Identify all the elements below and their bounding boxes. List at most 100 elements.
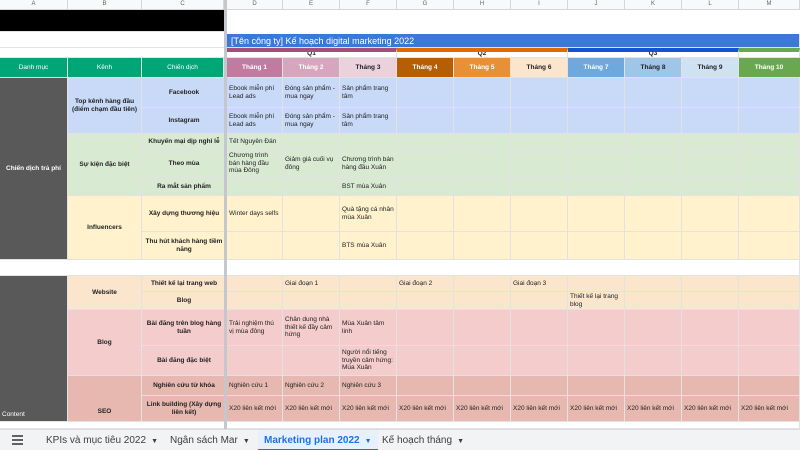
grid-cell[interactable]: [739, 178, 800, 196]
column-header-k[interactable]: K: [625, 0, 682, 10]
column-header-e[interactable]: E: [283, 0, 340, 10]
grid-cell[interactable]: [511, 232, 568, 260]
grid-cell[interactable]: [511, 108, 568, 134]
plan-cell-links[interactable]: X20 liên kết mới: [511, 396, 568, 422]
grid-cell[interactable]: [682, 376, 739, 396]
campaign-links[interactable]: Link building (Xây dựng liên kết): [142, 396, 227, 422]
tab-marketing-plan[interactable]: Marketing plan 2022 ▼: [258, 430, 378, 450]
channel-influencers[interactable]: Influencers: [68, 196, 142, 260]
quarter-label-q2[interactable]: Q2: [397, 48, 568, 58]
grid-cell[interactable]: [625, 310, 682, 346]
grid-cell[interactable]: [454, 108, 511, 134]
plan-cell-ig-m3[interactable]: Sản phẩm trang tâm: [340, 108, 397, 134]
plan-cell-links[interactable]: X20 liên kết mới: [682, 396, 739, 422]
campaign-facebook[interactable]: Facebook: [142, 78, 227, 108]
grid-cell[interactable]: [397, 78, 454, 108]
campaign-redesign[interactable]: Thiết kế lại trang web: [142, 276, 227, 292]
plan-cell-holiday-m1[interactable]: Tết Nguyên Đán: [227, 134, 283, 150]
caret-down-icon[interactable]: ▼: [365, 438, 372, 445]
grid-cell[interactable]: [340, 276, 397, 292]
grid-cell[interactable]: [568, 232, 625, 260]
plan-cell-ig-m1[interactable]: Ebook miễn phí Lead ads: [227, 108, 283, 134]
grid-cell[interactable]: [682, 108, 739, 134]
spreadsheet-grid[interactable]: A B C D E F G H I J K L M [Tên công ty] Kế hoạch digi…: [0, 0, 800, 429]
grid-cell[interactable]: [568, 376, 625, 396]
grid-cell[interactable]: [283, 134, 340, 150]
channel-seo[interactable]: SEO: [68, 376, 142, 422]
plan-cell-fb-m1[interactable]: Ebook miễn phí Lead ads: [227, 78, 283, 108]
grid-cell[interactable]: [682, 276, 739, 292]
grid-cell[interactable]: [682, 292, 739, 310]
grid-cell[interactable]: [511, 178, 568, 196]
plan-cell-fb-m3[interactable]: Sản phẩm trang tâm: [340, 78, 397, 108]
plan-cell-brand-m3[interactable]: Quà tặng cá nhân mùa Xuân: [340, 196, 397, 232]
campaign-holiday[interactable]: Khuyến mại dịp nghỉ lễ: [142, 134, 227, 150]
plan-cell-kw-m1[interactable]: Nghiên cứu 1: [227, 376, 283, 396]
grid-cell[interactable]: [511, 134, 568, 150]
category-paid[interactable]: Chiến dịch trả phí: [0, 78, 68, 260]
grid-cell[interactable]: [739, 108, 800, 134]
column-header-g[interactable]: G: [397, 0, 454, 10]
header-campaign[interactable]: Chiến dịch: [142, 58, 224, 78]
grid-cell[interactable]: [397, 150, 454, 178]
grid-cell[interactable]: [682, 310, 739, 346]
category-content[interactable]: Content: [0, 276, 68, 422]
grid-cell[interactable]: [283, 178, 340, 196]
plan-cell-links[interactable]: X20 liên kết mới: [625, 396, 682, 422]
grid-cell[interactable]: [625, 346, 682, 376]
channel-website[interactable]: Website: [68, 276, 142, 310]
grid-cell[interactable]: [625, 232, 682, 260]
plan-cell-blog-m7[interactable]: Thiết kế lại trang blog: [568, 292, 625, 310]
plan-cell-links[interactable]: X20 liên kết mới: [568, 396, 625, 422]
campaign-launch[interactable]: Ra mắt sản phẩm: [142, 178, 227, 196]
grid-cell[interactable]: [454, 150, 511, 178]
grid-cell[interactable]: [227, 292, 283, 310]
grid-cell[interactable]: [454, 78, 511, 108]
tab-kpis[interactable]: KPIs và mục tiêu 2022 ▼: [40, 430, 164, 450]
plan-cell-kw-m3[interactable]: Nghiên cứu 3: [340, 376, 397, 396]
grid-cell[interactable]: [511, 150, 568, 178]
column-header-l[interactable]: L: [682, 0, 739, 10]
grid-cell[interactable]: [397, 310, 454, 346]
plan-cell-links[interactable]: X20 liên kết mới: [227, 396, 283, 422]
quarter-label-q3[interactable]: Q3: [568, 48, 739, 58]
header-month-1[interactable]: Tháng 1: [227, 58, 283, 78]
header-month-10[interactable]: Tháng 10: [739, 58, 800, 78]
grid-cell[interactable]: [625, 292, 682, 310]
grid-cell[interactable]: [568, 276, 625, 292]
plan-cell-kw-m2[interactable]: Nghiên cứu 2: [283, 376, 340, 396]
quarter-label-q1[interactable]: Q1: [227, 48, 397, 58]
plan-cell-weekly-m3[interactable]: Mùa Xuân tâm linh: [340, 310, 397, 346]
grid-cell[interactable]: [454, 196, 511, 232]
grid-cell[interactable]: [739, 150, 800, 178]
header-month-5[interactable]: Tháng 5: [454, 58, 511, 78]
campaign-blog[interactable]: Blog: [142, 292, 227, 310]
grid-cell[interactable]: [511, 292, 568, 310]
grid-cell[interactable]: [283, 196, 340, 232]
column-header-j[interactable]: J: [568, 0, 625, 10]
plan-cell-redesign-m4[interactable]: Giai đoạn 2: [397, 276, 454, 292]
plan-cell-links[interactable]: X20 liên kết mới: [454, 396, 511, 422]
grid-cell[interactable]: [227, 346, 283, 376]
column-header-h[interactable]: H: [454, 0, 511, 10]
column-header-b[interactable]: B: [68, 0, 142, 10]
channel-blog[interactable]: Blog: [68, 310, 142, 376]
header-month-4[interactable]: Tháng 4: [397, 58, 454, 78]
grid-cell[interactable]: [682, 196, 739, 232]
grid-cell[interactable]: [625, 376, 682, 396]
plan-cell-launch-m3[interactable]: BST mùa Xuân: [340, 178, 397, 196]
grid-cell[interactable]: [739, 276, 800, 292]
header-month-8[interactable]: Tháng 8: [625, 58, 682, 78]
header-month-6[interactable]: Tháng 6: [511, 58, 568, 78]
tab-budget[interactable]: Ngân sách Mar ▼: [164, 430, 256, 450]
header-month-7[interactable]: Tháng 7: [568, 58, 625, 78]
plan-cell-links[interactable]: X20 liên kết mới: [340, 396, 397, 422]
grid-cell[interactable]: [511, 310, 568, 346]
column-header-d[interactable]: D: [227, 0, 283, 10]
campaign-special-posts[interactable]: Bài đăng đặc biệt: [142, 346, 227, 376]
grid-cell[interactable]: [739, 310, 800, 346]
grid-cell[interactable]: [283, 292, 340, 310]
grid-cell[interactable]: [397, 196, 454, 232]
plan-cell-weekly-m1[interactable]: Trải nghiệm thú vị mùa đông: [227, 310, 283, 346]
column-header-m[interactable]: M: [739, 0, 800, 10]
